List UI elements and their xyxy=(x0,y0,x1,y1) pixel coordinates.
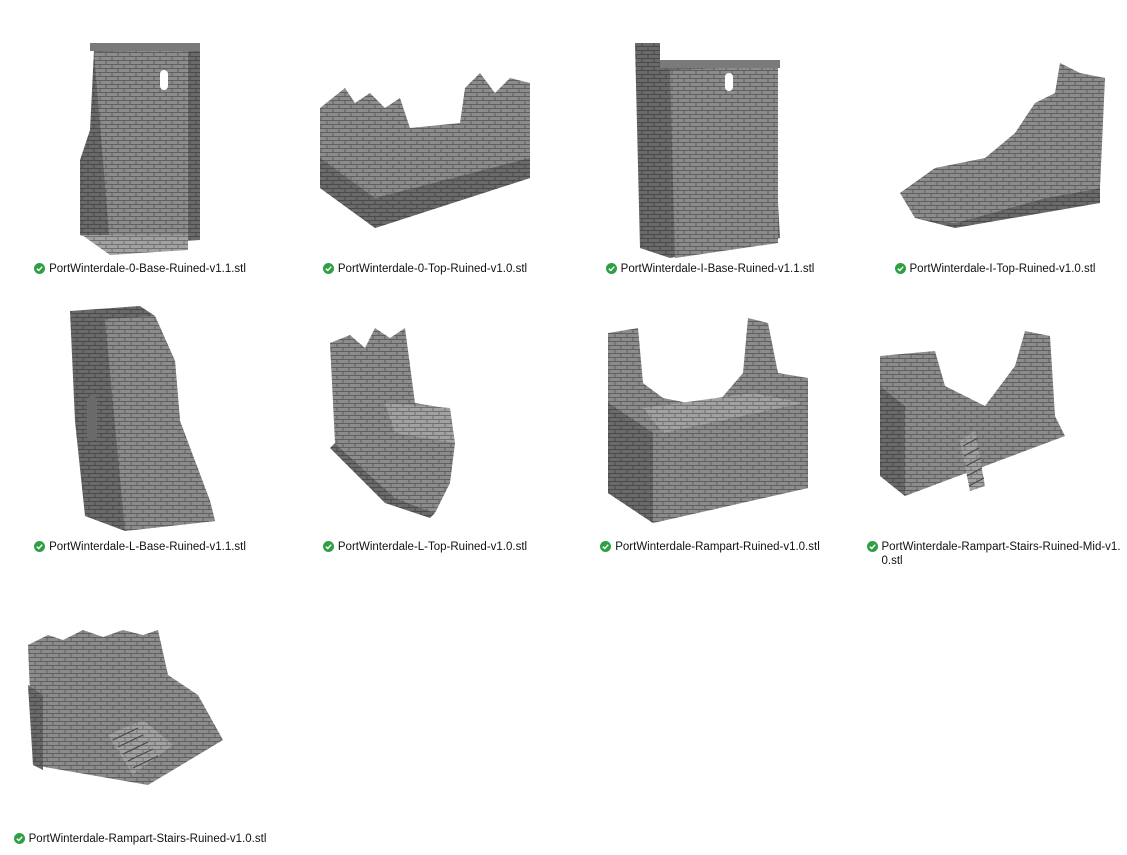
file-name: PortWinterdale-I-Top-Ruined-v1.0.stl xyxy=(909,263,1096,275)
stone-tower-base-thumbnail-icon xyxy=(70,40,225,262)
rampart-thumbnail-icon xyxy=(603,313,813,523)
stone-tower-base-thumbnail-icon xyxy=(65,301,225,533)
file-name: PortWinterdale-Rampart-Stairs-Ruined-Mid… xyxy=(881,541,1121,567)
crenellated-wall-top-thumbnail-icon xyxy=(315,68,540,228)
sync-status-check-icon xyxy=(13,833,25,844)
file-name: PortWinterdale-Rampart-Stairs-Ruined-v1.… xyxy=(28,833,267,845)
sync-status-check-icon xyxy=(605,263,617,274)
sync-status-check-icon xyxy=(322,541,334,552)
sync-status-check-icon xyxy=(600,541,612,552)
sync-status-check-icon xyxy=(322,263,334,274)
sync-status-check-icon xyxy=(866,541,878,552)
file-name: PortWinterdale-L-Top-Ruined-v1.0.stl xyxy=(337,541,528,553)
file-name: PortWinterdale-L-Base-Ruined-v1.1.stl xyxy=(49,541,246,553)
rampart-stairs-thumbnail-icon xyxy=(875,326,1075,496)
file-name: PortWinterdale-I-Base-Ruined-v1.1.stl xyxy=(620,263,815,275)
file-name: PortWinterdale-0-Top-Ruined-v1.0.stl xyxy=(337,263,528,275)
file-grid: PortWinterdale-0-Base-Ruined-v1.1.stl Po… xyxy=(0,0,1127,855)
rampart-stairs-thumbnail-icon xyxy=(23,625,228,785)
sync-status-check-icon xyxy=(894,263,906,274)
file-name: PortWinterdale-0-Base-Ruined-v1.1.stl xyxy=(49,263,246,275)
stone-tower-base-thumbnail-icon xyxy=(630,38,790,260)
file-name: PortWinterdale-Rampart-Ruined-v1.0.stl xyxy=(615,541,820,553)
ruined-wall-top-thumbnail-icon xyxy=(895,53,1110,228)
sync-status-check-icon xyxy=(34,541,46,552)
sync-status-check-icon xyxy=(34,263,46,274)
crenellated-corner-top-thumbnail-icon xyxy=(325,323,460,518)
